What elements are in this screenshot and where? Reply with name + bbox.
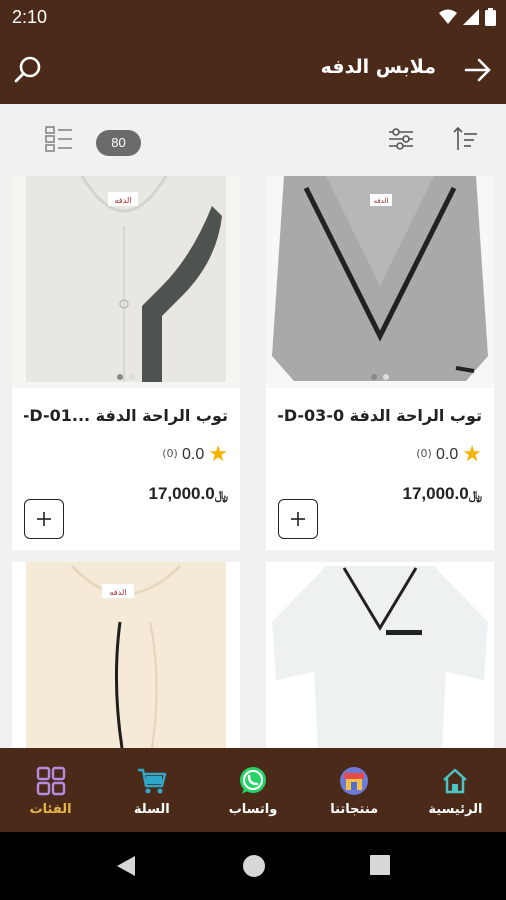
wifi-icon [439,9,457,24]
product-image[interactable]: الدفه [266,176,494,388]
search-icon[interactable] [12,54,44,86]
product-price: ﷼17,000.0 [149,484,228,504]
svg-text:الدفه: الدفه [115,196,132,205]
currency-symbol: ﷼ [214,488,228,502]
product-image[interactable]: الدفه [12,562,240,748]
nav-label: السلة [133,801,170,817]
home-icon [443,768,468,793]
nav-item-cart[interactable]: السلة [101,748,202,832]
product-count-badge: 80 [96,130,141,156]
nav-label: واتساب [228,801,278,817]
nav-label: الفئات [29,801,72,817]
list-toolbar: 80 [0,104,506,174]
cart-icon [137,768,166,793]
product-image[interactable]: الدفه [12,176,240,388]
product-card[interactable]: الدفه توب الراحة الدفة C-D-03-0 ★ 0.0 (0… [266,176,494,550]
star-icon: ★ [208,442,228,467]
product-card[interactable]: الدفه توب الراحة الدفة ...C-D-01- ★ 0.0 … [12,176,240,550]
svg-text:الدفه: الدفه [374,197,389,205]
system-navigation-bar [0,832,506,900]
home-circle-icon[interactable] [242,854,266,878]
whatsapp-icon [240,766,266,794]
price-value: 17,000.0 [402,484,469,503]
product-card[interactable]: الدفه [12,562,240,748]
product-price: ﷼17,000.0 [403,484,482,504]
nav-item-home[interactable]: الرئيسية [405,748,506,832]
star-icon: ★ [462,442,482,467]
review-count: (0) [416,447,432,460]
app-bar: ملابس الدفه [0,36,506,104]
recents-square-icon[interactable] [369,854,391,876]
status-time: 2:10 [12,7,48,27]
status-bar: 2:10 [0,0,506,36]
nav-label: الرئيسية [428,801,483,817]
product-image[interactable] [266,562,494,748]
price-value: 17,000.0 [148,484,215,503]
categories-icon [36,766,65,795]
filter-icon[interactable] [386,124,416,154]
status-icons [439,8,496,26]
back-triangle-icon[interactable] [115,854,137,878]
signal-icon [463,9,479,25]
page-title: ملابس الدفه [320,56,436,78]
add-to-cart-button[interactable] [278,499,318,539]
product-card[interactable] [266,562,494,748]
rating-value: 0.0 [436,446,459,463]
product-title[interactable]: توب الراحة الدفة ...C-D-01- [24,406,228,425]
battery-icon [485,8,496,26]
nav-item-whatsapp[interactable]: واتساب [202,748,303,832]
svg-text:الدفه: الدفه [110,588,127,597]
shop-icon [340,766,369,795]
nav-item-categories[interactable]: الفئات [0,748,101,832]
add-to-cart-button[interactable] [24,499,64,539]
plus-icon [37,512,51,526]
back-arrow-icon[interactable] [462,54,494,86]
list-view-icon[interactable] [44,124,74,154]
sort-icon[interactable] [450,124,480,154]
product-rating: ★ 0.0 [436,444,482,466]
nav-item-products[interactable]: منتجاتنا [304,748,405,832]
rating-value: 0.0 [182,446,205,463]
bottom-navigation: الرئيسية منتجاتنا واتساب السلة الفئات [0,748,506,832]
currency-symbol: ﷼ [468,488,482,502]
review-count: (0) [162,447,178,460]
nav-label: منتجاتنا [330,801,379,817]
product-title[interactable]: توب الراحة الدفة C-D-03-0 [278,406,482,425]
plus-icon [291,512,305,526]
product-rating: ★ 0.0 [182,444,228,466]
